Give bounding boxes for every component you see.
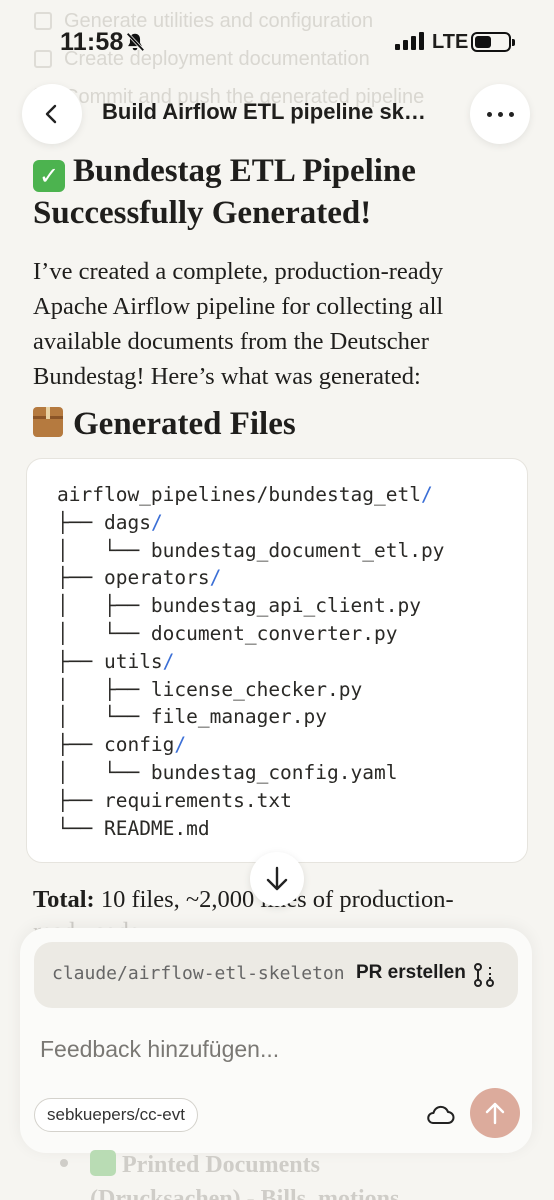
composer-panel: claude/airflow-etl-skeleton PR erstellen…: [20, 928, 532, 1153]
create-pr-button[interactable]: PR erstellen: [356, 962, 466, 984]
feedback-input[interactable]: [40, 1036, 500, 1063]
package-icon: [33, 407, 63, 437]
files-heading: Generated Files: [33, 402, 296, 446]
git-pull-request-icon[interactable]: [472, 962, 496, 988]
cloud-icon[interactable]: [424, 1102, 456, 1126]
send-button[interactable]: [470, 1088, 520, 1138]
message-heading: ✓ Bundestag ETL Pipeline Successfully Gen…: [33, 153, 416, 231]
status-bar: 11:58 LTE: [0, 0, 554, 80]
check-mark-icon: [90, 1150, 116, 1176]
branch-name[interactable]: claude/airflow-etl-skeleton: [52, 963, 352, 984]
branch-bar: claude/airflow-etl-skeleton PR erstellen: [34, 942, 518, 1008]
chevron-left-icon: [45, 104, 57, 124]
cellular-signal-icon: [395, 32, 425, 50]
scroll-to-bottom-button[interactable]: [250, 852, 304, 906]
back-button[interactable]: [22, 84, 82, 144]
network-type: LTE: [432, 31, 469, 53]
repo-selector[interactable]: sebkuepers/cc-evt: [34, 1098, 198, 1132]
battery-icon: [471, 32, 515, 52]
arrow-up-icon: [485, 1102, 505, 1125]
file-tree-code-block: airflow_pipelines/bundestag_etl/ ├── dag…: [26, 458, 528, 863]
more-options-button[interactable]: [470, 84, 530, 144]
conversation-title: Build Airflow ETL pipeline sk…: [102, 99, 426, 124]
file-tree: airflow_pipelines/bundestag_etl/ ├── dag…: [57, 483, 445, 840]
list-item: Printed Documents: [60, 1150, 320, 1179]
check-mark-icon: ✓: [33, 160, 65, 192]
arrow-down-icon: [266, 866, 288, 891]
more-dots-icon: [486, 111, 492, 117]
status-time: 11:58: [60, 28, 124, 56]
list-item-continued: (Drucksachen) - Bills, motions: [90, 1186, 400, 1200]
bell-muted-icon: [126, 32, 145, 52]
message-intro: I’ve created a complete, production-read…: [33, 258, 444, 390]
